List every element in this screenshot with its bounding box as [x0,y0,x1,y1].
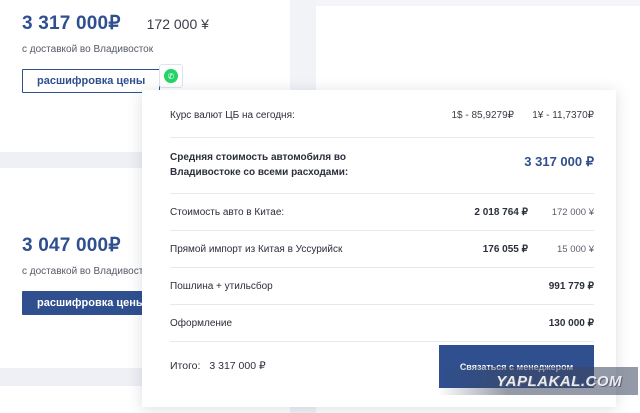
cost-row-label: Прямой импорт из Китая в Уссурийск [170,244,343,255]
exchange-rate-row: Курс валют ЦБ на сегодня: 1$ - 85,9279₽ … [170,90,594,138]
cost-row-import: Прямой импорт из Китая в Уссурийск 176 0… [170,231,594,268]
price-breakdown-popup: Курс валют ЦБ на сегодня: 1$ - 85,9279₽ … [142,90,616,407]
cost-row-china: Стоимость авто в Китае: 2 018 764 ₽ 172 … [170,194,594,231]
cost-row-cny: 15 000 ¥ [557,244,594,255]
total-label: Итого: [170,360,201,372]
cost-row-rub: 130 000 ₽ [548,318,594,329]
cost-row-duty: Пошлина + утильсбор 991 779 ₽ [170,268,594,305]
price-row: 3 317 000₽ 172 000 ¥ [22,12,282,35]
listing-card-1: 3 317 000₽ 172 000 ¥ с доставкой во Влад… [22,12,282,93]
usd-rate: 1$ - 85,9279₽ [451,110,514,121]
cny-rate: 1¥ - 11,7370₽ [532,110,594,121]
price-rub: 3 047 000₽ [22,235,121,256]
cost-row-label: Стоимость авто в Китае: [170,207,285,218]
total-line: Итого: 3 317 000 ₽ [170,360,266,372]
price-breakdown-button[interactable]: расшифровка цены [22,291,161,315]
cost-row-rub: 176 055 ₽ [482,244,528,255]
cost-row-rub: 991 779 ₽ [548,281,594,292]
price-breakdown-button[interactable]: расшифровка цены [22,69,161,93]
average-cost-label: Средняя стоимость автомобиля во Владивос… [170,152,349,178]
cost-row-rub: 2 018 764 ₽ [474,207,528,218]
exchange-rate-label: Курс валют ЦБ на сегодня: [170,110,295,121]
whatsapp-icon: ✆ [164,69,178,83]
cost-row-registration: Оформление 130 000 ₽ [170,305,594,342]
total-value: 3 317 000 ₽ [209,360,266,372]
watermark: YAPLAKAL.COM [438,367,638,395]
background-band-top [316,0,640,6]
whatsapp-button[interactable]: ✆ [159,64,183,88]
average-cost-value: 3 317 000 ₽ [524,154,594,169]
watermark-text: YAPLAKAL.COM [496,372,622,390]
average-cost-row: Средняя стоимость автомобиля во Владивос… [170,138,594,194]
cost-row-label: Пошлина + утильсбор [170,281,273,292]
price-yen: 172 000 ¥ [146,16,209,32]
price-rub: 3 317 000₽ [22,13,121,34]
cost-row-label: Оформление [170,318,233,329]
delivery-note: с доставкой во Владивосток [22,44,154,55]
cost-row-cny: 172 000 ¥ [551,207,594,218]
